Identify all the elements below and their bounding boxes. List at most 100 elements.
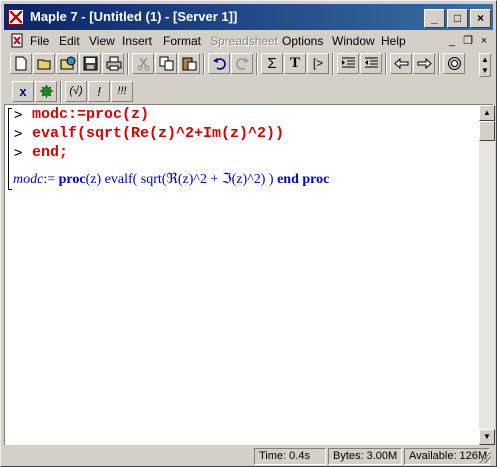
- vertical-scrollbar[interactable]: ▲ ▼: [479, 105, 495, 445]
- scroll-down-button[interactable]: ▼: [479, 429, 495, 445]
- doc-close-button[interactable]: ×: [476, 34, 492, 48]
- print-button[interactable]: [102, 53, 124, 74]
- document-menu-icon[interactable]: [10, 33, 25, 48]
- syntax-check-button[interactable]: (√): [65, 81, 87, 102]
- stop-button[interactable]: [443, 53, 465, 74]
- menu-view[interactable]: View: [89, 34, 115, 48]
- toolbar-scroll[interactable]: ▲ ▼: [479, 53, 491, 77]
- status-bytes: Bytes: 3.00M: [328, 448, 402, 465]
- open-url-icon: [60, 56, 76, 70]
- menu-options[interactable]: Options: [282, 34, 323, 48]
- output-re-arg: (z): [177, 172, 194, 187]
- menu-help[interactable]: Help: [381, 34, 406, 48]
- input-line[interactable]: modc:=proc(z): [32, 106, 149, 123]
- math-input-button[interactable]: Σ: [261, 53, 283, 74]
- output-lhs: modc: [13, 172, 44, 187]
- toolbar-separator: [332, 53, 334, 75]
- indent-button[interactable]: [337, 53, 359, 74]
- menu-file[interactable]: File: [30, 34, 49, 48]
- maximize-button[interactable]: □: [447, 9, 468, 28]
- status-bar: Time: 0.4s Bytes: 3.00M Available: 126M: [4, 446, 493, 465]
- menu-edit[interactable]: Edit: [59, 34, 80, 48]
- menu-format[interactable]: Format: [163, 34, 201, 48]
- paste-button[interactable]: [178, 53, 200, 74]
- new-file-icon: [15, 56, 27, 71]
- minimize-button[interactable]: _: [424, 9, 445, 28]
- toolbar-separator: [385, 53, 387, 75]
- copy-button[interactable]: [155, 53, 177, 74]
- scroll-up-button[interactable]: ▲: [479, 105, 495, 121]
- output-proc-keyword: proc: [58, 172, 86, 187]
- main-toolbar: Σ T [>: [4, 51, 493, 79]
- output-im-arg: (z): [231, 172, 248, 187]
- input-prompt: >: [14, 126, 23, 142]
- doc-restore-button[interactable]: ❐: [460, 34, 476, 48]
- window-title: Maple 7 - [Untitled (1) - [Server 1]]: [30, 9, 238, 24]
- output-pow2: ^2) ): [247, 172, 274, 187]
- input-line[interactable]: evalf(sqrt(Re(z)^2+Im(z)^2)): [32, 125, 284, 142]
- save-button[interactable]: [79, 53, 101, 74]
- maple-leaf-button[interactable]: [35, 81, 57, 102]
- outdent-button[interactable]: [360, 53, 382, 74]
- insert-prompt-button[interactable]: [>: [307, 53, 329, 74]
- scroll-thumb[interactable]: [479, 121, 495, 141]
- output-param: (z): [85, 172, 102, 187]
- context-toolbar: x (√) ! !!!: [4, 80, 493, 104]
- status-time: Time: 0.4s: [254, 448, 326, 465]
- input-prompt: >: [14, 145, 23, 161]
- toolbar-separator: [60, 81, 62, 103]
- execution-group-bracket[interactable]: [8, 108, 12, 190]
- open-folder-icon: [37, 59, 51, 70]
- output-re-symbol: ℜ: [166, 172, 178, 187]
- menu-spreadsheet[interactable]: Spreadsheet: [210, 34, 278, 48]
- undo-button[interactable]: [208, 53, 230, 74]
- maple-leaf-icon: [39, 84, 54, 99]
- toolbar-separator: [438, 53, 440, 75]
- stop-icon: [448, 57, 461, 70]
- maple-window: Maple 7 - [Untitled (1) - [Server 1]] _ …: [0, 0, 497, 467]
- open-url-button[interactable]: [56, 53, 78, 74]
- execute-button[interactable]: !: [88, 81, 110, 102]
- outdent-icon: [365, 57, 378, 68]
- close-button[interactable]: ×: [470, 9, 491, 28]
- text-input-button[interactable]: T: [284, 53, 306, 74]
- back-button[interactable]: [390, 53, 412, 74]
- menu-insert[interactable]: Insert: [122, 34, 152, 48]
- output-end-keyword: end proc: [277, 172, 330, 187]
- doc-minimize-button[interactable]: _: [444, 34, 460, 48]
- toolbar-separator: [203, 53, 205, 75]
- menu-bar: File Edit View Insert Format Spreadsheet…: [4, 31, 493, 51]
- paste-icon: [182, 57, 197, 71]
- arrow-left-icon: [394, 57, 409, 70]
- printer-icon: [106, 56, 122, 71]
- forward-button[interactable]: [413, 53, 435, 74]
- output-im-symbol: ℑ: [221, 172, 232, 187]
- worksheet[interactable]: > modc:=proc(z) > evalf(sqrt(Re(z)^2+Im(…: [4, 104, 495, 445]
- status-available: Available: 126M: [404, 448, 490, 465]
- output-assign: :=: [43, 172, 56, 187]
- execute-all-button[interactable]: !!!: [111, 81, 133, 102]
- toolbar-separator: [256, 53, 258, 75]
- scissors-icon: [137, 57, 150, 71]
- redo-button[interactable]: [231, 53, 253, 74]
- resize-grip[interactable]: [479, 451, 491, 463]
- indent-icon: [342, 57, 355, 68]
- new-file-button[interactable]: [10, 53, 32, 74]
- copy-icon: [159, 56, 174, 71]
- toolbar-separator: [127, 53, 129, 75]
- title-bar[interactable]: Maple 7 - [Untitled (1) - [Server 1]] _ …: [4, 4, 493, 30]
- output-body: evalf( sqrt(: [101, 172, 167, 187]
- redo-icon: [236, 58, 249, 70]
- menu-window[interactable]: Window: [332, 34, 375, 48]
- math-mode-button[interactable]: x: [12, 81, 34, 102]
- output-expression: modc:= proc(z) evalf( sqrt(ℜ(z)^2 + ℑ(z)…: [13, 171, 329, 188]
- cut-button[interactable]: [132, 53, 154, 74]
- input-prompt: >: [14, 107, 23, 123]
- open-file-button[interactable]: [33, 53, 55, 74]
- maple-app-icon[interactable]: [8, 9, 24, 25]
- output-pow1: ^2 +: [193, 172, 222, 187]
- input-line[interactable]: end;: [32, 144, 68, 161]
- arrow-right-icon: [417, 57, 432, 70]
- floppy-disk-icon: [83, 56, 98, 71]
- undo-icon: [213, 58, 226, 70]
